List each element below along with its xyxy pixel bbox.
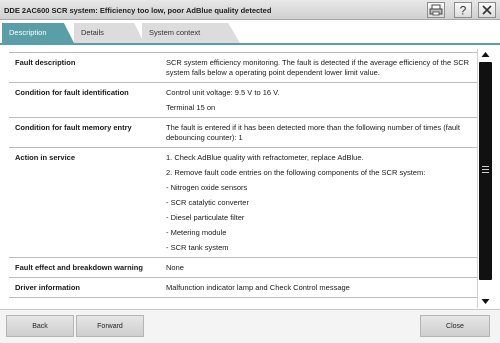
vertical-scrollbar[interactable] — [477, 49, 492, 308]
row-label: Action in service — [15, 153, 76, 162]
row-value-line: - SCR tank system — [166, 243, 229, 252]
table-row: Condition for fault memory entry The fau… — [9, 118, 477, 148]
footer-bar: Back Forward Close — [0, 309, 500, 343]
svg-text:?: ? — [460, 4, 467, 18]
row-label: Fault description — [15, 58, 76, 67]
row-value-line: - Nitrogen oxide sensors — [166, 183, 248, 192]
title-bar: DDE 2AC600 SCR system: Efficiency too lo… — [0, 0, 500, 20]
close-icon — [479, 3, 495, 17]
tab-bar: Description Details System context — [0, 20, 500, 44]
row-value-line: The fault is entered if it has been dete… — [166, 123, 460, 142]
fault-info-table: Fault description SCR system efficiency … — [9, 52, 477, 309]
table-row: Driver information Malfunction indicator… — [9, 278, 477, 298]
row-value-line: Terminal 15 on — [166, 103, 216, 112]
print-button[interactable] — [427, 2, 445, 18]
row-value-line: - Metering module — [166, 228, 227, 237]
row-value-line: 1. Check AdBlue quality with refractomet… — [166, 153, 364, 162]
close-window-button[interactable] — [478, 2, 496, 18]
arrow-down-icon — [481, 298, 490, 307]
help-icon: ? — [455, 3, 471, 18]
row-value-line: 2. Remove fault code entries on the foll… — [166, 168, 426, 177]
window-title: DDE 2AC600 SCR system: Efficiency too lo… — [4, 6, 272, 15]
row-value: 1. Check AdBlue quality with refractomet… — [166, 148, 477, 257]
row-label: Condition for fault identification — [15, 88, 129, 97]
row-value: SCR system efficiency monitoring. The fa… — [166, 53, 477, 82]
tab-description[interactable]: Description — [2, 23, 74, 43]
row-value-line: - Diesel particulate filter — [166, 213, 245, 222]
tab-details[interactable]: Details — [74, 23, 144, 43]
table-row: Condition for fault identification Contr… — [9, 83, 477, 118]
row-label: Fault effect and breakdown warning — [15, 263, 143, 272]
table-row: Action in service 1. Check AdBlue qualit… — [9, 148, 477, 258]
tab-system-context[interactable]: System context — [142, 23, 240, 43]
row-value: Malfunction indicator lamp and Check Con… — [166, 278, 477, 297]
close-button[interactable]: Close — [420, 315, 490, 337]
row-value-line: - SCR catalytic converter — [166, 198, 249, 207]
scroll-down-button[interactable] — [479, 296, 492, 308]
scroll-thumb[interactable] — [479, 62, 492, 280]
back-button[interactable]: Back — [6, 315, 74, 337]
row-value: Control unit voltage: 9.5 V to 16 V. Ter… — [166, 83, 477, 117]
row-value-line: SCR system efficiency monitoring. The fa… — [166, 58, 470, 77]
row-value-line: Malfunction indicator lamp and Check Con… — [166, 283, 350, 292]
row-value: The fault is entered if it has been dete… — [166, 118, 477, 147]
print-icon — [428, 3, 444, 17]
row-value-line: None — [166, 263, 184, 272]
forward-button[interactable]: Forward — [76, 315, 144, 337]
row-label: Driver information — [15, 283, 81, 292]
scroll-up-button[interactable] — [479, 49, 492, 61]
help-button[interactable]: ? — [454, 2, 472, 18]
row-label: Condition for fault memory entry — [15, 123, 132, 132]
row-value-line: Control unit voltage: 9.5 V to 16 V. — [166, 88, 280, 97]
tab-underline — [0, 43, 500, 45]
grip-icon — [482, 166, 489, 176]
arrow-up-icon — [481, 51, 490, 60]
table-row: Fault effect and breakdown warning None — [9, 258, 477, 278]
row-value: None — [166, 258, 477, 277]
table-row: Fault description SCR system efficiency … — [9, 52, 477, 83]
